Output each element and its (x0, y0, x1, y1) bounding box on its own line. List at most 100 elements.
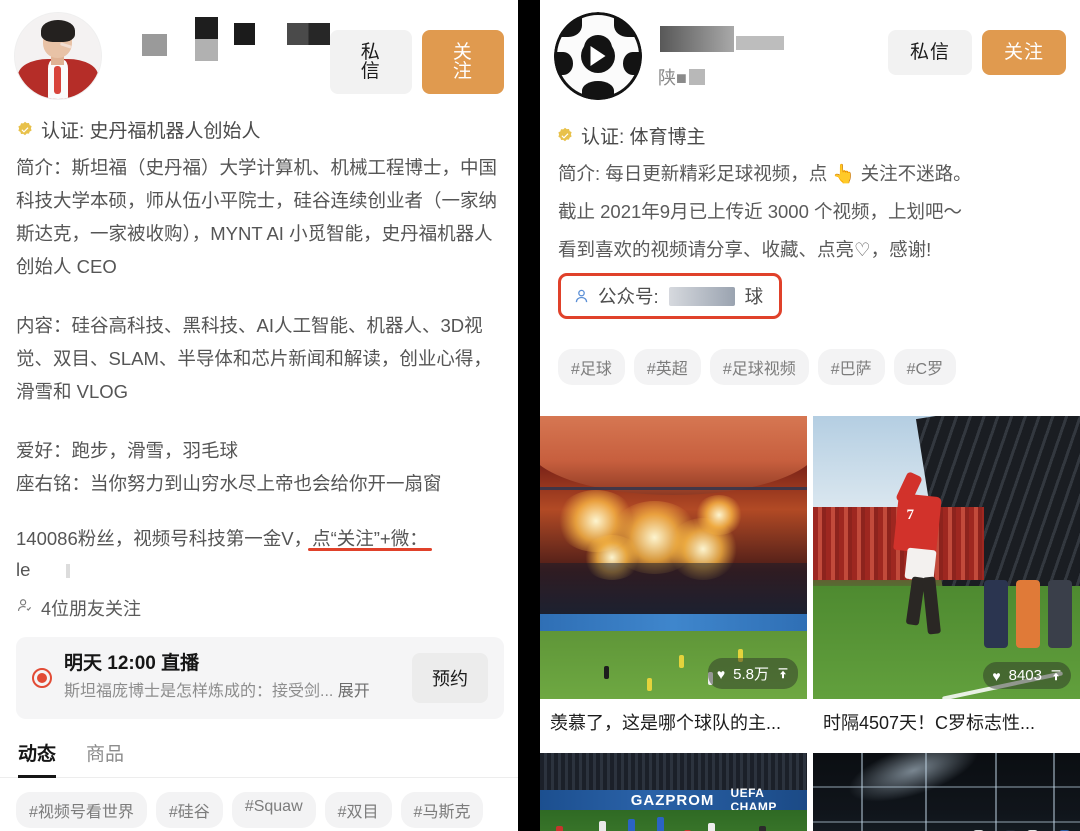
profile-subtitle-redacted: 陕■ (658, 64, 888, 90)
verified-row: 认证: 史丹福机器人创始人 (0, 100, 518, 147)
video-thumbnail: 7 ♥ 8403 (813, 416, 1080, 699)
thumbnail-art-night-pitch (813, 753, 1080, 831)
wechat-official-value-tail: 球 (744, 286, 764, 307)
avatar-image (554, 12, 642, 100)
thumbnail-art-stadium-flares (540, 416, 807, 699)
right-profile-header: ■■■■■■ 陕■ 私信 关注 (540, 0, 1080, 100)
hashtag-chip[interactable]: #视频号看世界 (16, 792, 147, 828)
hashtag-chip[interactable]: #巴萨 (817, 349, 885, 385)
thumbnail-art-gazprom-uefa: GAZPROM UEFA CHAMP (540, 753, 807, 831)
video-thumbnail (813, 753, 1080, 831)
screenshot-root: ■■ ■ ■■ 私信 关注 认证: 史丹福机器人创始人 简介：斯坦福（史丹福）大… (0, 0, 1080, 831)
heart-icon: ♥ (992, 667, 1001, 684)
live-subtitle-row: 斯坦福庞博士是怎样炼成的：接受剑... 展开 (64, 679, 412, 705)
display-name-text: ■■■■■■ (658, 39, 659, 40)
bio-line-1: 简介: 每日更新精彩足球视频，点 👆 关注不迷路。 (558, 163, 972, 184)
hashtag-chip[interactable]: #硅谷 (155, 792, 223, 828)
bio-spacer-2 (0, 408, 518, 430)
right-header-actions: 私信 关注 (887, 12, 1066, 75)
thumbnail-art-ronaldo-celebration: 7 (813, 416, 1080, 699)
friends-follow-row[interactable]: 4位朋友关注 (0, 585, 518, 625)
wechat-official-wrap: 公众号: 球 (540, 267, 1080, 319)
left-profile-header: ■■ ■ ■■ 私信 关注 (0, 0, 518, 100)
live-expand-link[interactable]: 展开 (338, 683, 370, 700)
bio-paragraph-1: 简介：斯坦福（史丹福）大学计算机、机械工程博士，中国科技大学本硕，师从伍小平院士… (16, 157, 498, 277)
avatar-image (15, 13, 101, 99)
friends-icon (16, 597, 33, 619)
display-name-redacted: ■■ ■ ■■ (118, 17, 330, 61)
live-title: 明天 12:00 直播 (64, 653, 200, 674)
profile-subtitle-text: 陕■ (658, 68, 687, 88)
person-icon (573, 288, 590, 305)
live-subtitle: 斯坦福庞博士是怎样炼成的：接受剑... (64, 683, 334, 700)
fans-count-line: 140086粉丝，视频号科技第一金V，点“关注”+微： (0, 522, 518, 555)
message-button[interactable]: 私信 (887, 30, 972, 75)
panel-divider (518, 0, 540, 831)
bio-paragraph-3: 爱好：跑步，滑雪，羽毛球 座右铭：当你努力到山穷水尽上帝也会给你开一扇窗 (16, 440, 442, 494)
sponsor-board-text: GAZPROM (630, 791, 715, 809)
display-name-redacted: ■■■■■■ (658, 22, 888, 56)
reserve-button[interactable]: 预约 (412, 653, 488, 703)
fans-count-text: 140086粉丝，视频号科技第一金V，点“关注”+微： (16, 528, 428, 549)
profile-identity: ■■■■■■ 陕■ (642, 12, 888, 90)
profile-tabs: 动态 商品 (0, 719, 518, 778)
bio-spacer-1 (0, 283, 518, 305)
follow-button[interactable]: 关注 (421, 30, 504, 94)
hashtag-chip[interactable]: #足球视频 (709, 349, 809, 385)
display-name-text: ■■ ■ ■■ (118, 39, 119, 40)
video-card[interactable]: 7 ♥ 8403 时隔4507天！C罗标志性... (813, 416, 1080, 747)
wechat-official-label: 公众号: (598, 286, 659, 307)
left-header-actions: 私信 关注 (329, 12, 504, 94)
hashtag-chip[interactable]: #双目 (324, 792, 392, 828)
wechat-official-highlight-box[interactable]: 公众号: 球 (558, 273, 783, 319)
live-card-text: 明天 12:00 直播 斯坦福庞博士是怎样炼成的：接受剑... 展开 (64, 651, 412, 705)
like-count-badge: ♥ 8403 (983, 662, 1071, 689)
right-video-grid: ♥ 5.8万 羡慕了，这是哪个球队的主... 7 ♥ 8403 时隔4507天！… (540, 416, 1080, 831)
verified-badge-icon (16, 121, 34, 139)
video-thumbnail: ♥ 5.8万 (540, 416, 807, 699)
video-card[interactable] (813, 753, 1080, 831)
bio-line-3: 看到喜欢的视频请分享、收藏、点亮♡，感谢! (558, 239, 932, 260)
video-caption: 羡慕了，这是哪个球队的主... (540, 699, 807, 747)
hashtag-chip[interactable]: #Squaw (231, 792, 316, 828)
left-profile-panel: ■■ ■ ■■ 私信 关注 认证: 史丹福机器人创始人 简介：斯坦福（史丹福）大… (0, 0, 518, 831)
like-count-badge: ♥ 5.8万 (707, 658, 798, 689)
avatar[interactable] (554, 12, 642, 100)
video-caption: 时隔4507天！C罗标志性... (813, 699, 1080, 747)
bio-spacer-3 (0, 500, 518, 522)
video-thumbnail: GAZPROM UEFA CHAMP (540, 753, 807, 831)
upload-icon (777, 667, 789, 680)
upload-icon (1050, 669, 1062, 682)
avatar[interactable] (14, 12, 102, 100)
right-profile-panel: ■■■■■■ 陕■ 私信 关注 认证: 体育博主 简介: 每日更新 (540, 0, 1080, 831)
right-hashtag-list: #足球 #英超 #足球视频 #巴萨 #C罗 (540, 319, 1080, 398)
tab-products[interactable]: 商品 (86, 739, 124, 777)
wechat-id-text: le (16, 559, 31, 580)
follow-button[interactable]: 关注 (981, 30, 1066, 75)
wechat-official-value-redacted (668, 286, 735, 306)
video-card[interactable]: GAZPROM UEFA CHAMP (540, 753, 807, 831)
friends-follow-label: 4位朋友关注 (41, 599, 142, 619)
hashtag-chip[interactable]: #马斯克 (400, 792, 484, 828)
hashtag-chip[interactable]: #英超 (633, 349, 701, 385)
live-stream-card[interactable]: 明天 12:00 直播 斯坦福庞博士是怎样炼成的：接受剑... 展开 预约 (16, 637, 504, 719)
hashtag-chip[interactable]: #足球 (558, 349, 625, 385)
heart-icon: ♥ (716, 665, 726, 682)
profile-identity: ■■ ■ ■■ (102, 12, 330, 61)
message-button[interactable]: 私信 (329, 30, 412, 94)
like-count: 8403 (1008, 667, 1042, 684)
live-dot-icon (32, 668, 52, 688)
verified-label: 认证: 史丹福机器人创始人 (41, 121, 261, 142)
hashtag-chip[interactable]: #C罗 (893, 349, 957, 385)
red-underline-annotation (308, 548, 432, 551)
verified-badge-icon (556, 127, 574, 145)
verified-row: 认证: 体育博主 (540, 100, 1080, 153)
bio-paragraph-2: 内容：硅谷高科技、黑科技、AI人工智能、机器人、3D视觉、双目、SLAM、半导体… (16, 315, 492, 402)
verified-label: 认证: 体育博主 (581, 127, 706, 148)
tab-moments[interactable]: 动态 (18, 739, 57, 778)
video-card[interactable]: ♥ 5.8万 羡慕了，这是哪个球队的主... (540, 416, 807, 747)
like-count: 5.8万 (733, 666, 769, 683)
wechat-id-line: le (0, 555, 518, 585)
bio-line-2: 截止 2021年9月已上传近 3000 个视频，上划吧～ (558, 201, 963, 222)
left-hashtag-list: #视频号看世界 #硅谷 #Squaw #双目 #马斯克 (0, 778, 518, 831)
